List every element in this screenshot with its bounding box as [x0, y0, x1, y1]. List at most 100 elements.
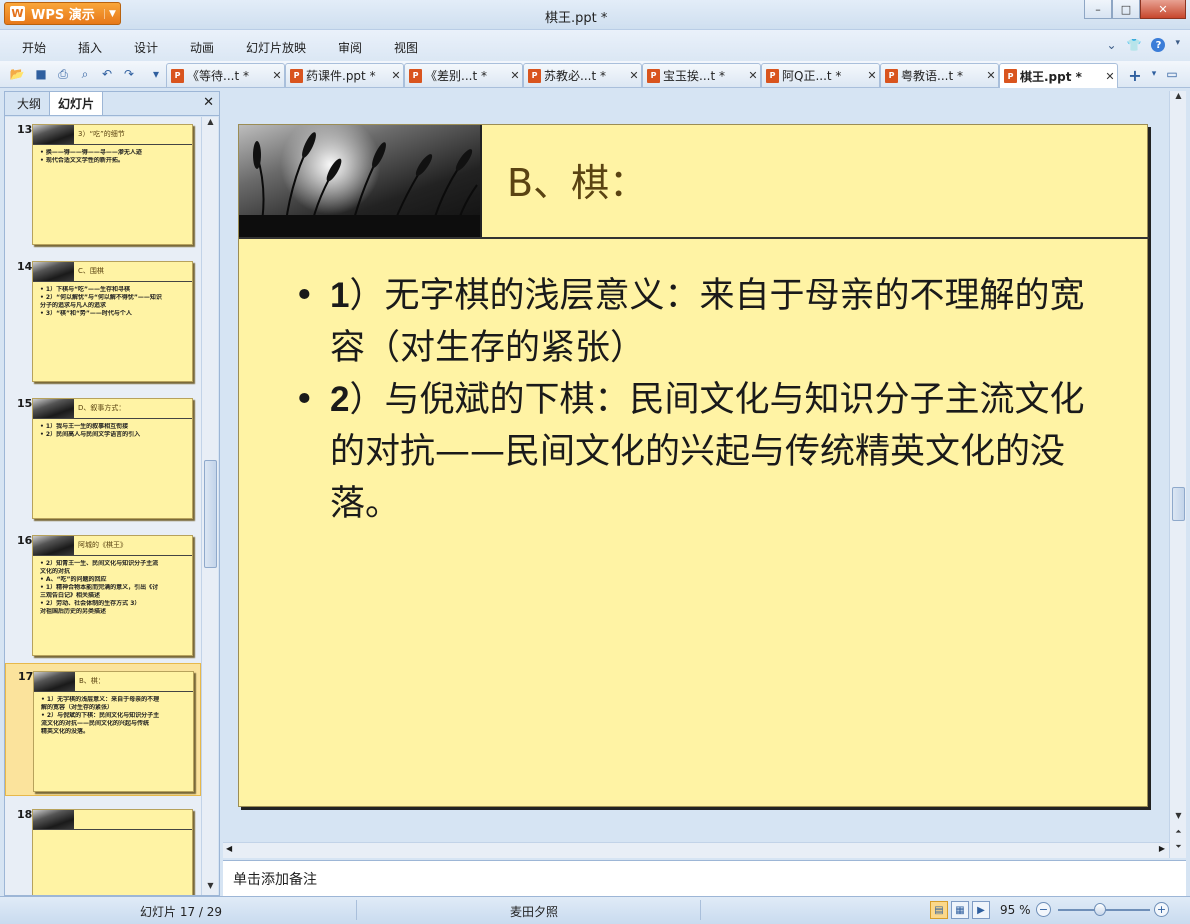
next-slide-icon[interactable]: ⏷	[1170, 842, 1187, 856]
minimize-button[interactable]: –	[1084, 0, 1112, 19]
thumb-line-text: 流文化的对抗——民间文化的兴起与传统	[41, 720, 150, 727]
thumb-line-text: • A、“吃”的问题的回应	[40, 576, 107, 583]
notes-pane[interactable]: 单击添加备注	[223, 860, 1186, 896]
zoom-out-icon[interactable]: −	[1036, 902, 1051, 917]
undo-icon[interactable]: ↶	[99, 66, 115, 82]
wps-app-menu-button[interactable]: W WPS 演示 ▼	[4, 2, 121, 25]
slide-preview: D、叙事方式： • 1）我与王一生的叙事相互衔接 • 2）民间高人与民间文学语言…	[32, 398, 193, 519]
slide-body-textbox[interactable]: • 1）无字棋的浅层意义：来自于母亲的不理解的宽容（对生存的紧张） • 2）与倪斌的…	[294, 270, 1094, 530]
slide-editor: B、棋： • 1）无字棋的浅层意义：来自于母亲的不理解的宽容（对生存的紧张） • 2…	[223, 91, 1169, 858]
tab-close-icon[interactable]: ✕	[508, 69, 522, 82]
tab-doc-7[interactable]: P 粤教语...t * ✕	[880, 63, 999, 87]
slide-thumbnail-13[interactable]: 13 3）“吃”的细节 • 换——得——得——寻——渗无人迹 • 现代合适文文学…	[5, 117, 201, 245]
slide-preview: B、棋： • 1）无字棋的浅层意义：来自于母亲的不理 解的宽容（对生存的紧张） …	[33, 671, 194, 792]
tab-close-icon[interactable]: ✕	[627, 69, 641, 82]
tab-close-icon[interactable]: ✕	[865, 69, 879, 82]
zoom-slider-handle[interactable]	[1094, 903, 1106, 916]
menu-home[interactable]: 开始	[22, 39, 46, 56]
tab-list-dropdown-icon[interactable]: ▾	[1146, 66, 1162, 82]
scroll-thumb[interactable]	[1172, 487, 1185, 521]
wheat-image	[33, 810, 74, 829]
scroll-right-icon[interactable]: ▶	[1159, 844, 1165, 853]
help-dropdown-icon[interactable]: ▾	[1175, 38, 1180, 52]
tab-outline[interactable]: 大纲	[9, 92, 49, 115]
thumb-title: B、棋：	[79, 677, 105, 685]
slide-sorter-icon[interactable]: ▦	[951, 901, 969, 919]
zoom-in-icon[interactable]: +	[1154, 902, 1169, 917]
tab-doc-3[interactable]: P 《差别...t * ✕	[404, 63, 523, 87]
tab-doc-2[interactable]: P 药课件.ppt * ✕	[285, 63, 404, 87]
slide-thumbnail-18[interactable]: 18	[5, 802, 201, 895]
ppt-file-icon: P	[528, 68, 541, 83]
slide-thumbnail-16[interactable]: 16 阿城的《棋王》 • 2）知青王一生、民间文化与知识分子主流 文化的对抗 •…	[5, 528, 201, 656]
customize-toolbar-icon[interactable]: ▾	[148, 66, 164, 82]
maximize-button[interactable]: □	[1112, 0, 1140, 19]
window-layout-icon[interactable]: ▭	[1164, 66, 1180, 82]
scroll-up-icon[interactable]: ▲	[202, 117, 219, 131]
tab-doc-6[interactable]: P 阿Q正...t * ✕	[761, 63, 880, 87]
normal-view-icon[interactable]: ▤	[930, 901, 948, 919]
ppt-file-icon: P	[647, 68, 660, 83]
thumb-line-text: • 1）我与王一生的叙事相互衔接	[40, 423, 129, 430]
thumb-line-text: 文化的对抗	[40, 568, 71, 575]
tab-label: 《等待...t *	[187, 69, 249, 83]
tab-doc-1[interactable]: P 《等待...t * ✕	[166, 63, 285, 87]
tab-close-icon[interactable]: ✕	[270, 69, 284, 82]
tab-doc-5[interactable]: P 宝玉挨...t * ✕	[642, 63, 761, 87]
help-icon[interactable]: ?	[1151, 38, 1166, 52]
menu-animation[interactable]: 动画	[190, 39, 214, 56]
wps-logo-icon: W	[10, 6, 25, 21]
tab-slides[interactable]: 幻灯片	[49, 91, 104, 115]
tab-close-icon[interactable]: ✕	[1103, 70, 1117, 83]
skin-icon[interactable]: 👕	[1127, 38, 1142, 52]
editor-horizontal-scrollbar[interactable]: ◀ ▶	[223, 842, 1169, 858]
menu-view[interactable]: 视图	[394, 39, 418, 56]
tab-doc-active[interactable]: P 棋王.ppt * ✕	[999, 63, 1118, 88]
tab-close-icon[interactable]: ✕	[984, 69, 998, 82]
menu-slideshow[interactable]: 幻灯片放映	[246, 39, 306, 56]
print-preview-icon[interactable]: ⌕	[77, 66, 93, 82]
divider	[33, 144, 192, 145]
redo-icon[interactable]: ↷	[121, 66, 137, 82]
divider	[33, 829, 192, 830]
new-tab-plus-icon[interactable]: +	[1124, 65, 1146, 85]
scroll-left-icon[interactable]: ◀	[226, 844, 232, 853]
print-icon[interactable]: ⎙	[55, 66, 71, 82]
menu-insert[interactable]: 插入	[78, 39, 102, 56]
collapse-ribbon-icon[interactable]: ⌄	[1106, 38, 1116, 52]
scroll-down-icon[interactable]: ▼	[202, 881, 219, 895]
thumb-line-text: 分子的追求与凡人的追求	[40, 302, 107, 309]
thumb-title: 阿城的《棋王》	[78, 541, 127, 549]
menu-review[interactable]: 审阅	[338, 39, 362, 56]
previous-slide-icon[interactable]: ⏶	[1170, 827, 1187, 841]
divider	[34, 691, 193, 692]
bullet-item: • 2）与倪斌的下棋：民间文化与知识分子主流文化的对抗——民间文化的兴起与传统精英…	[294, 374, 1094, 530]
menu-design[interactable]: 设计	[134, 39, 158, 56]
save-icon[interactable]: ■	[33, 66, 49, 82]
editor-vertical-scrollbar[interactable]: ▲ ▼ ⏶ ⏷	[1169, 91, 1186, 858]
theme-name[interactable]: 麦田夕照	[510, 903, 558, 920]
tab-close-icon[interactable]: ✕	[389, 69, 403, 82]
slide-thumbnail-15[interactable]: 15 D、叙事方式： • 1）我与王一生的叙事相互衔接 • 2）民间高人与民间文…	[5, 391, 201, 519]
close-button[interactable]: ✕	[1140, 0, 1186, 19]
tab-doc-4[interactable]: P 苏教必...t * ✕	[523, 63, 642, 87]
close-panel-icon[interactable]: ✕	[203, 95, 214, 110]
current-slide[interactable]: B、棋： • 1）无字棋的浅层意义：来自于母亲的不理解的宽容（对生存的紧张） • 2…	[238, 124, 1149, 807]
status-separator	[356, 900, 357, 920]
bullet-text: ）与倪斌的下棋：民间文化与知识分子主流文化的对抗——民间文化的兴起与传统精英文化…	[330, 380, 1085, 524]
titlebar-background-decoration	[450, 8, 780, 22]
status-separator	[700, 900, 701, 920]
slide-thumbnail-14[interactable]: 14 C、围棋 • 1）下棋与“吃”——生存和寻棋 • 2）“何以解忧”与“何以…	[5, 254, 201, 382]
slide-thumbnail-17-selected[interactable]: 17 B、棋： • 1）无字棋的浅层意义：来自于母亲的不理 解的宽容（对生存的紧…	[5, 663, 201, 796]
slideshow-icon[interactable]: ▶	[972, 901, 990, 919]
tab-close-icon[interactable]: ✕	[746, 69, 760, 82]
panel-scrollbar[interactable]: ▲ ▼	[201, 117, 218, 895]
zoom-level[interactable]: 95 %	[1000, 903, 1031, 917]
scroll-up-icon[interactable]: ▲	[1170, 91, 1187, 105]
open-folder-icon[interactable]: 📂	[9, 66, 25, 82]
scroll-thumb[interactable]	[204, 460, 217, 568]
slide-title[interactable]: B、棋：	[507, 152, 647, 207]
bullet-number: 1	[330, 276, 350, 315]
thumb-line-text: 解的宽容（对生存的紧张）	[41, 704, 114, 711]
scroll-down-icon[interactable]: ▼	[1170, 811, 1187, 825]
